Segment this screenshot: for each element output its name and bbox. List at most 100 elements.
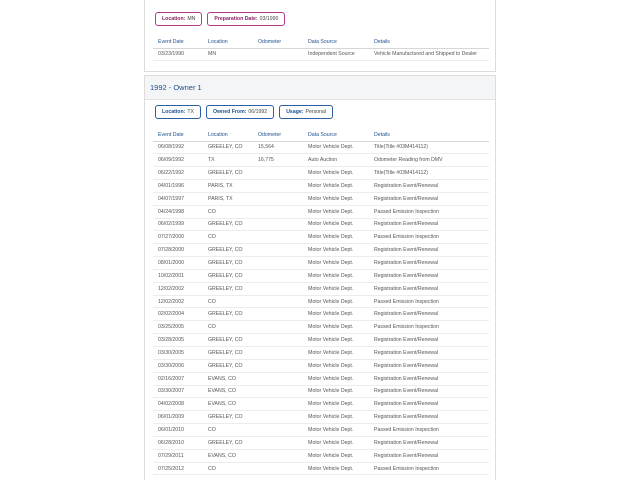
location-cell: GREELEY, CO bbox=[203, 359, 253, 373]
location-cell: EVANS, CO bbox=[203, 385, 253, 399]
column-header-location: Location bbox=[203, 129, 253, 142]
table-row: 03/25/2005 CO Motor Vehicle Dept. Passed Em… bbox=[153, 320, 489, 335]
event-date-cell: 04/07/1997 bbox=[153, 192, 203, 206]
badge-value: Personal bbox=[305, 109, 326, 115]
location-cell: EVANS, CO bbox=[203, 449, 253, 463]
odometer-cell: 16,775 bbox=[253, 153, 303, 168]
details-cell: Registration Event/Renewal bbox=[369, 372, 489, 386]
event-date-cell: 07/27/2000 bbox=[153, 230, 203, 245]
column-header-details: Details bbox=[369, 36, 489, 49]
data-source-cell: Motor Vehicle Dept. bbox=[303, 449, 369, 463]
table-row: 12/02/2002 GREELEY, CO Motor Vehicle Dept.… bbox=[153, 282, 489, 296]
location-badge: Location: MN bbox=[155, 12, 203, 26]
table-row: 06/09/1992 TX 16,775 Auto Auction Odometer R… bbox=[153, 153, 489, 168]
table-row: 07/29/2011 EVANS, CO Motor Vehicle Dept. Re… bbox=[153, 449, 489, 463]
event-date-cell: 12/02/2002 bbox=[153, 295, 203, 309]
details-cell: Registration Event/Renewal bbox=[369, 218, 489, 232]
details-cell: Registration Event/Renewal bbox=[369, 346, 489, 360]
location-badge: Location: TX bbox=[155, 105, 201, 119]
data-source-cell: Motor Vehicle Dept. bbox=[303, 269, 369, 283]
column-header-location: Location bbox=[203, 36, 253, 49]
location-cell: GREELEY, CO bbox=[203, 256, 253, 270]
data-source-cell: Motor Vehicle Dept. bbox=[303, 192, 369, 206]
details-cell: Passed Emission Inspection bbox=[369, 462, 489, 476]
column-header-details: Details bbox=[369, 129, 489, 142]
data-source-cell: Motor Vehicle Dept. bbox=[303, 256, 369, 270]
data-source-cell: Motor Vehicle Dept. bbox=[303, 333, 369, 347]
table-row: 03/30/2005 GREELEY, CO Motor Vehicle Dept.… bbox=[153, 346, 489, 360]
table-row: 04/02/2008 EVANS, CO Motor Vehicle Dept. Re… bbox=[153, 397, 489, 412]
table-row: 06/08/1992 GREELEY, CO 15,564 Motor Vehicle… bbox=[153, 141, 489, 155]
owner-section-header[interactable]: 1992 - Owner 1 bbox=[145, 76, 495, 100]
badge-label: Usage: bbox=[286, 109, 304, 115]
table-row: 02/02/2004 GREELEY, CO Motor Vehicle Dept.… bbox=[153, 307, 489, 322]
preparation-date-badge: Preparation Date: 03/1990 bbox=[207, 12, 286, 26]
event-date-cell: 06/01/2010 bbox=[153, 423, 203, 437]
event-date-cell: 06/08/1992 bbox=[153, 141, 203, 155]
badge-label: Location: bbox=[162, 16, 186, 22]
details-cell: Registration Event/Renewal bbox=[369, 269, 489, 283]
details-cell: Passed Emission Inspection bbox=[369, 230, 489, 245]
details-cell: Passed Emission Inspection bbox=[369, 423, 489, 437]
location-cell: CO bbox=[203, 205, 253, 219]
location-cell: GREELEY, CO bbox=[203, 307, 253, 322]
odometer-cell bbox=[253, 230, 303, 245]
data-source-cell: Motor Vehicle Dept. bbox=[303, 436, 369, 450]
event-date-cell: 04/24/1998 bbox=[153, 205, 203, 219]
event-date-cell: 03/30/2005 bbox=[153, 346, 203, 360]
event-date-cell: 02/16/2007 bbox=[153, 372, 203, 386]
event-date-cell: 06/22/1992 bbox=[153, 166, 203, 181]
column-header-event-date: Event Date bbox=[153, 36, 203, 49]
event-date-cell: 10/02/2001 bbox=[153, 269, 203, 283]
odometer-cell bbox=[253, 307, 303, 322]
badge-label: Location: bbox=[162, 109, 186, 115]
odometer-cell bbox=[253, 295, 303, 309]
data-source-cell: Motor Vehicle Dept. bbox=[303, 385, 369, 399]
location-cell: CO bbox=[203, 423, 253, 437]
data-source-cell: Motor Vehicle Dept. bbox=[303, 295, 369, 309]
location-cell: PARIS, TX bbox=[203, 192, 253, 206]
details-cell: Registration Event/Renewal bbox=[369, 243, 489, 258]
location-cell: MN bbox=[203, 48, 253, 62]
table-row: 04/07/1997 PARIS, TX Motor Vehicle Dept. Re… bbox=[153, 192, 489, 206]
table-row: 06/01/2009 GREELEY, CO Motor Vehicle Dept.… bbox=[153, 410, 489, 425]
location-cell: GREELEY, CO bbox=[203, 346, 253, 360]
table-row: 03/30/2006 GREELEY, CO Motor Vehicle Dept.… bbox=[153, 359, 489, 373]
location-cell: GREELEY, CO bbox=[203, 243, 253, 258]
data-source-cell: Independent Source bbox=[303, 48, 369, 62]
location-cell: GREELEY, CO bbox=[203, 410, 253, 425]
data-source-cell: Motor Vehicle Dept. bbox=[303, 179, 369, 193]
event-date-cell: 04/01/1996 bbox=[153, 179, 203, 193]
manufacture-events-table: Event Date Location Odometer Data Source… bbox=[153, 36, 489, 62]
owner-badges: Location: TX Owned From: 06/1992 Usage: … bbox=[155, 105, 333, 119]
details-cell: Registration Event/Renewal bbox=[369, 179, 489, 193]
odometer-cell bbox=[253, 359, 303, 373]
table-row: 04/01/1996 PARIS, TX Motor Vehicle Dept. Re… bbox=[153, 179, 489, 193]
table-row: 03/23/1990 MN Independent Source Vehicle Ma… bbox=[153, 48, 489, 62]
column-header-data-source: Data Source bbox=[303, 129, 369, 142]
odometer-cell bbox=[253, 385, 303, 399]
event-date-cell: 02/02/2004 bbox=[153, 307, 203, 322]
data-source-cell: Motor Vehicle Dept. bbox=[303, 307, 369, 322]
odometer-cell bbox=[253, 166, 303, 181]
odometer-cell bbox=[253, 333, 303, 347]
table-row: 10/02/2001 GREELEY, CO Motor Vehicle Dept.… bbox=[153, 269, 489, 283]
table-row: 07/28/2000 GREELEY, CO Motor Vehicle Dept.… bbox=[153, 243, 489, 258]
data-source-cell: Motor Vehicle Dept. bbox=[303, 346, 369, 360]
owner-section-card: 1992 - Owner 1 Location: TX Owned From: … bbox=[144, 75, 496, 480]
table-row: 06/28/2010 GREELEY, CO Motor Vehicle Dept.… bbox=[153, 436, 489, 450]
column-header-odometer: Odometer bbox=[253, 36, 303, 49]
odometer-cell bbox=[253, 320, 303, 335]
odometer-cell: 15,564 bbox=[253, 141, 303, 155]
location-cell: TX bbox=[203, 153, 253, 168]
odometer-cell bbox=[253, 269, 303, 283]
event-date-cell: 03/25/2005 bbox=[153, 320, 203, 335]
data-source-cell: Motor Vehicle Dept. bbox=[303, 205, 369, 219]
event-date-cell: 03/30/2006 bbox=[153, 359, 203, 373]
odometer-cell bbox=[253, 436, 303, 450]
details-cell: Vehicle Manufactured and Shipped to Deal… bbox=[369, 48, 489, 62]
data-source-cell: Motor Vehicle Dept. bbox=[303, 359, 369, 373]
event-date-cell: 03/23/1990 bbox=[153, 48, 203, 62]
location-cell: EVANS, CO bbox=[203, 397, 253, 412]
column-header-odometer: Odometer bbox=[253, 129, 303, 142]
